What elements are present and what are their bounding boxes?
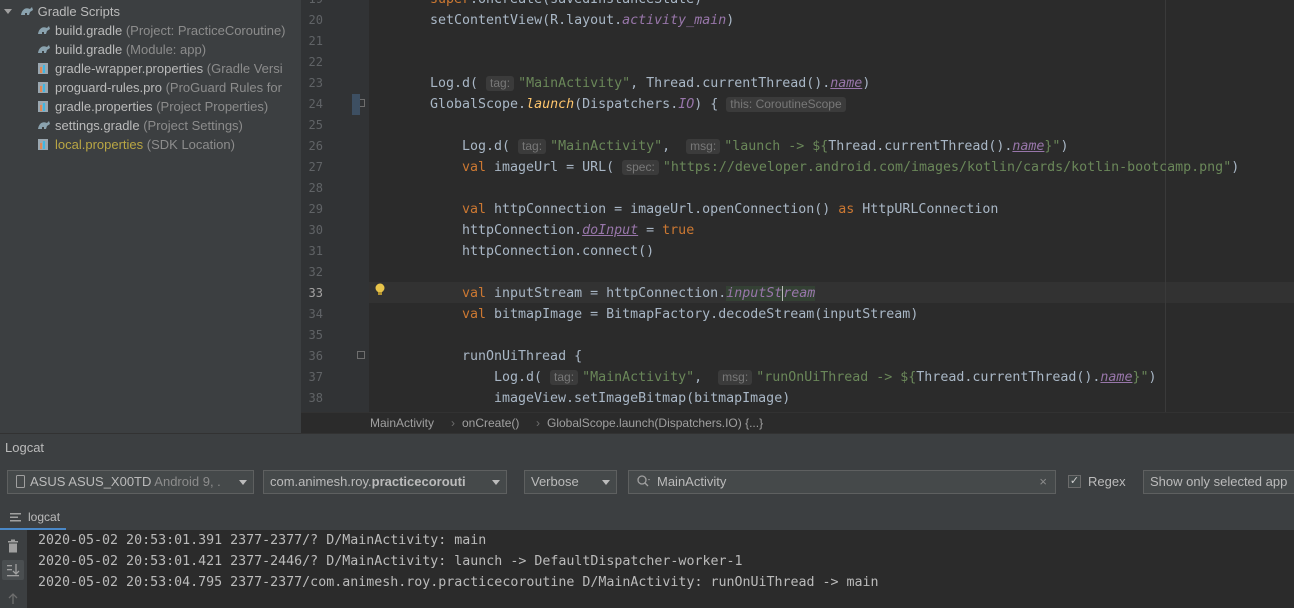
line-number: 35 xyxy=(308,328,323,342)
code-editor[interactable]: 19 20 21 22 23 24 25 26 27 28 29 30 31 32 33 34 35 36 37 38… xyxy=(301,0,1294,412)
line-number: 34 xyxy=(308,307,323,321)
code-line: super.onCreate(savedInstanceState) xyxy=(430,0,702,10)
gradle-icon xyxy=(38,45,50,53)
tab-logcat[interactable]: logcat xyxy=(0,504,66,530)
code-line: httpConnection.doInput = true xyxy=(462,223,695,238)
line-number: 37 xyxy=(308,370,323,384)
tree-item-label: Gradle Scripts xyxy=(37,4,120,19)
line-number: 21 xyxy=(308,34,323,48)
code-line: val inputStream = httpConnection.inputSt… xyxy=(462,286,816,301)
logcat-side-toolbar xyxy=(0,530,27,608)
tree-item-build-gradle-project[interactable]: build.gradle (Project: PracticeCoroutine… xyxy=(37,21,286,40)
tree-item-gradle-scripts[interactable]: Gradle Scripts xyxy=(4,2,120,21)
line-number: 31 xyxy=(308,244,323,258)
line-number: 26 xyxy=(308,139,323,153)
right-margin-guide xyxy=(1165,0,1166,412)
panel-title: Logcat xyxy=(5,440,45,455)
tree-item-settings-gradle[interactable]: settings.gradle (Project Settings) xyxy=(37,116,243,135)
trash-icon[interactable] xyxy=(6,539,20,553)
breadcrumb-item[interactable]: onCreate() xyxy=(462,413,519,434)
line-number: 24 xyxy=(308,97,323,111)
chevron-down-icon[interactable] xyxy=(4,9,12,14)
code-line: Log.d( tag: "MainActivity", msg: "launch -… xyxy=(462,139,1069,154)
tree-item-proguard-rules[interactable]: proguard-rules.pro (ProGuard Rules for xyxy=(37,78,282,97)
line-number: 28 xyxy=(308,181,323,195)
code-line: val httpConnection = imageUrl.openConnec… xyxy=(462,202,999,217)
properties-icon xyxy=(38,139,48,150)
phone-icon xyxy=(16,475,25,488)
log-line: 2020-05-02 20:53:04.795 2377-2377/com.an… xyxy=(38,575,879,590)
lightbulb-icon[interactable] xyxy=(375,283,385,297)
code-line: imageView.setImageBitmap(bitmapImage) xyxy=(494,391,791,406)
gradle-icon xyxy=(38,26,50,34)
bookmark-marker xyxy=(352,94,360,115)
scroll-to-end-button[interactable] xyxy=(2,560,24,580)
logcat-search-input[interactable]: MainActivity × xyxy=(628,470,1056,494)
search-icon xyxy=(637,475,650,487)
code-line: val imageUrl = URL( spec: "https://develo… xyxy=(462,160,1240,175)
list-icon xyxy=(10,513,21,522)
clear-icon[interactable]: × xyxy=(1039,471,1047,493)
logcat-panel-header: Logcat xyxy=(0,433,1294,461)
breadcrumb-separator-icon: › xyxy=(536,416,540,430)
line-number: 32 xyxy=(308,265,323,279)
tree-item-gradle-wrapper-properties[interactable]: gradle-wrapper.properties (Gradle Versi xyxy=(37,59,283,78)
line-number: 38 xyxy=(308,391,323,405)
regex-label: Regex xyxy=(1088,474,1126,489)
project-tree: Gradle Scripts build.gradle (Project: Pr… xyxy=(0,0,301,433)
code-line: Log.d( tag: "MainActivity", Thread.curren… xyxy=(430,76,871,91)
scroll-to-end-icon xyxy=(7,564,20,577)
code-line: httpConnection.connect() xyxy=(462,244,655,259)
chevron-down-icon xyxy=(239,480,247,485)
log-level-select[interactable]: Verbose xyxy=(524,470,617,494)
chevron-down-icon xyxy=(602,480,610,485)
line-number: 27 xyxy=(308,160,323,174)
tree-item-gradle-properties[interactable]: gradle.properties (Project Properties) xyxy=(37,97,268,116)
arrow-up-icon[interactable] xyxy=(7,592,19,604)
device-select[interactable]: ASUS ASUS_X00TD Android 9, . xyxy=(7,470,254,494)
code-line: val bitmapImage = BitmapFactory.decodeSt… xyxy=(462,307,919,322)
gradle-icon xyxy=(20,7,33,15)
logcat-toolbar: ASUS ASUS_X00TD Android 9, . com.animesh… xyxy=(0,460,1294,504)
line-number: 22 xyxy=(308,55,323,69)
filter-select[interactable]: Show only selected app xyxy=(1143,470,1294,494)
properties-icon xyxy=(38,63,48,74)
line-number: 23 xyxy=(308,76,323,90)
fold-marker-icon[interactable] xyxy=(357,351,365,359)
logcat-tab-strip: logcat xyxy=(0,504,1294,531)
properties-icon xyxy=(38,82,48,93)
code-line: runOnUiThread { xyxy=(462,349,583,364)
code-line: GlobalScope.launch(Dispatchers.IO) { thi… xyxy=(430,94,850,115)
package-select[interactable]: com.animesh.roy.practicecorouti xyxy=(263,470,507,494)
tree-item-build-gradle-module[interactable]: build.gradle (Module: app) xyxy=(37,40,206,59)
properties-icon xyxy=(38,101,48,112)
line-number: 33 xyxy=(308,286,323,300)
breadcrumb-item[interactable]: GlobalScope.launch(Dispatchers.IO) {...} xyxy=(547,413,763,434)
tree-item-local-properties[interactable]: local.properties (SDK Location) xyxy=(37,135,235,154)
code-line: Log.d( tag: "MainActivity", msg: "runOnUiT… xyxy=(494,370,1157,385)
line-number: 25 xyxy=(308,118,323,132)
line-number: 30 xyxy=(308,223,323,237)
breadcrumb-separator-icon: › xyxy=(451,416,455,430)
log-line: 2020-05-02 20:53:01.391 2377-2377/? D/Ma… xyxy=(38,533,487,548)
code-line: setContentView(R.layout.activity_main) xyxy=(430,13,735,28)
breadcrumb: MainActivity › onCreate() › GlobalScope.… xyxy=(301,412,1294,434)
line-number: 36 xyxy=(308,349,323,363)
chevron-down-icon xyxy=(492,480,500,485)
breadcrumb-item[interactable]: MainActivity xyxy=(370,413,434,434)
line-number: 29 xyxy=(308,202,323,216)
line-number: 19 xyxy=(301,0,323,10)
log-line: 2020-05-02 20:53:01.421 2377-2446/? D/Ma… xyxy=(38,554,743,569)
gradle-icon xyxy=(38,121,50,129)
line-number: 20 xyxy=(308,13,323,27)
logcat-output[interactable]: 2020-05-02 20:53:01.391 2377-2377/? D/Ma… xyxy=(27,530,1294,608)
regex-checkbox[interactable]: ✓ xyxy=(1068,475,1081,488)
